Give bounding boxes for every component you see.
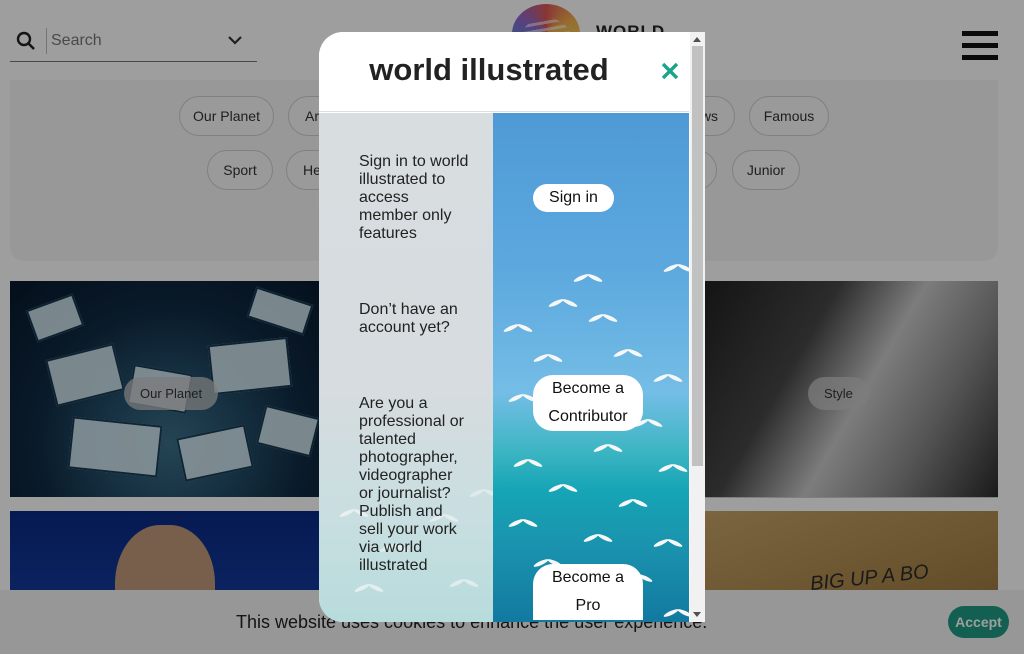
become-pro-button[interactable]: Become a Pro	[533, 564, 643, 620]
signin-description: Sign in to world illustrated to access m…	[359, 153, 469, 242]
modal-text-column: Sign in to world illustrated to access m…	[319, 113, 493, 622]
close-icon[interactable]	[659, 60, 681, 82]
modal-title: world illustrated	[369, 52, 609, 87]
signin-modal: world illustrated Sign in to world illus…	[319, 32, 705, 622]
scroll-up-icon[interactable]	[693, 37, 701, 42]
modal-body: Sign in to world illustrated to access m…	[319, 113, 689, 622]
modal-scrollbar[interactable]	[690, 32, 705, 622]
scrollbar-thumb[interactable]	[692, 46, 703, 466]
modal-header: world illustrated	[319, 32, 689, 112]
modal-photo-column: Sign in Become a Contributor Become a Pr…	[493, 113, 689, 622]
no-account-text: Don’t have an account yet?	[359, 301, 458, 336]
pro-description: Are you a professional or talented photo…	[359, 395, 464, 574]
signin-button[interactable]: Sign in	[533, 184, 614, 212]
scroll-down-icon[interactable]	[693, 612, 701, 617]
become-contributor-button[interactable]: Become a Contributor	[533, 375, 643, 431]
